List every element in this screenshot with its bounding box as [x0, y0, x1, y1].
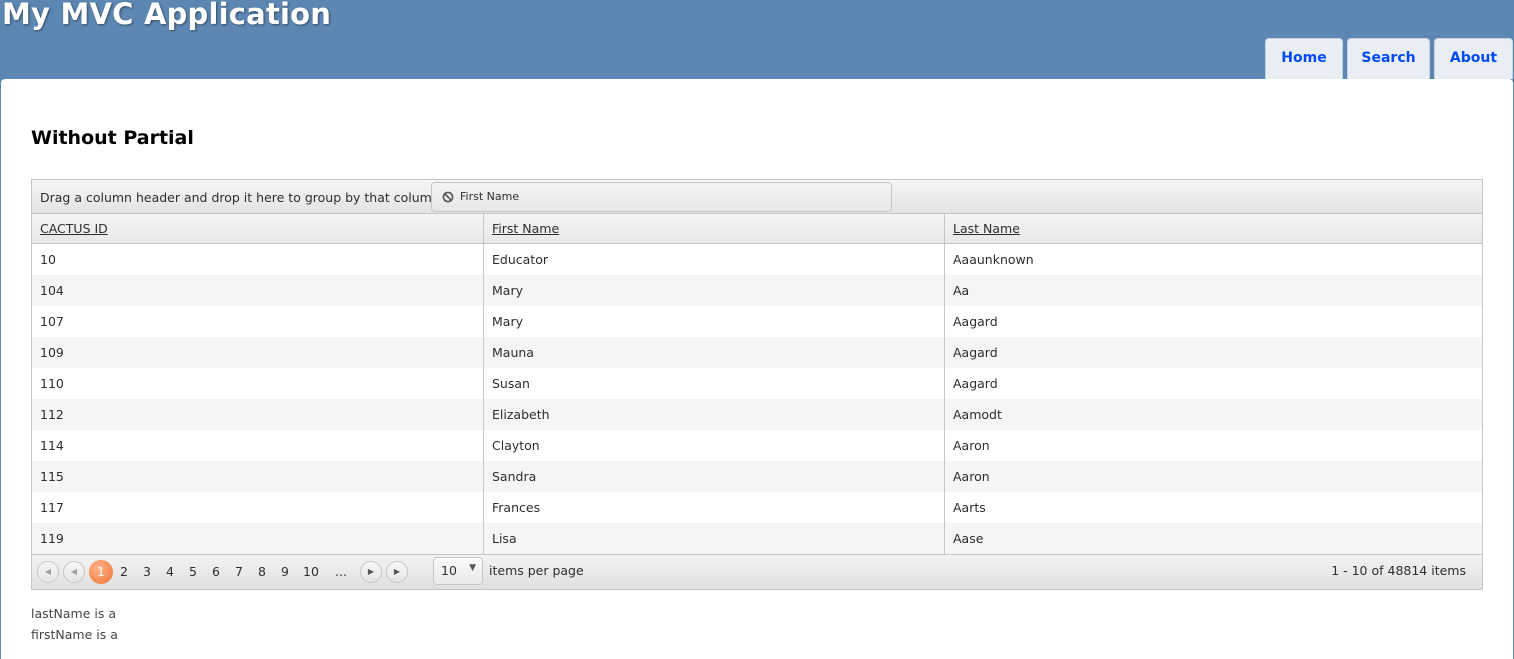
first-page-icon[interactable]: ◀: [37, 561, 59, 583]
drag-hint-label: First Name: [460, 190, 520, 203]
cell-first-name: Lisa: [483, 523, 944, 554]
cell-last-name: Aamodt: [944, 399, 1482, 430]
table-row[interactable]: 119 Lisa Aase: [32, 523, 1482, 554]
output-line: firstName is a: [31, 627, 118, 642]
output-line: lastName is a: [31, 606, 117, 621]
cell-last-name: Aaron: [944, 461, 1482, 492]
next-page-icon[interactable]: ▶: [360, 561, 382, 583]
page-size-label: items per page: [489, 563, 584, 578]
grid-body: 10 Educator Aaaunknown 104 Mary Aa 107 M…: [32, 244, 1482, 554]
table-row[interactable]: 10 Educator Aaaunknown: [32, 244, 1482, 275]
cell-cactus-id: 10: [40, 252, 56, 267]
table-row[interactable]: 104 Mary Aa: [32, 275, 1482, 306]
page-link[interactable]: 2: [116, 561, 132, 583]
column-header-link[interactable]: First Name: [492, 221, 559, 236]
cell-last-name: Aase: [944, 523, 1482, 554]
cell-cactus-id: 107: [40, 314, 64, 329]
menu-search[interactable]: Search: [1347, 38, 1430, 79]
cell-cactus-id: 109: [40, 345, 64, 360]
main-menu: Home Search About: [0, 38, 1514, 79]
page-link[interactable]: 5: [185, 561, 201, 583]
page-link[interactable]: 4: [162, 561, 178, 583]
chevron-down-icon: ▼: [469, 563, 476, 573]
table-row[interactable]: 114 Clayton Aaron: [32, 430, 1482, 461]
cell-first-name: Sandra: [483, 461, 944, 492]
previous-page-icon[interactable]: ◀: [63, 561, 85, 583]
cell-cactus-id: 115: [40, 469, 64, 484]
table-row[interactable]: 110 Susan Aagard: [32, 368, 1482, 399]
cell-cactus-id: 114: [40, 438, 64, 453]
cell-cactus-id: 104: [40, 283, 64, 298]
cell-last-name: Aagard: [944, 368, 1482, 399]
cell-last-name: Aagard: [944, 337, 1482, 368]
menu-home[interactable]: Home: [1265, 38, 1343, 79]
drag-column-hint: First Name: [431, 182, 892, 212]
menu-about[interactable]: About: [1434, 38, 1513, 79]
table-row[interactable]: 112 Elizabeth Aamodt: [32, 399, 1482, 430]
cell-last-name: Aagard: [944, 306, 1482, 337]
last-page-icon[interactable]: ▶: [386, 561, 408, 583]
grid-header: CACTUS ID First Name Last Name: [32, 214, 1482, 244]
group-drop-area[interactable]: Drag a column header and drop it here to…: [32, 180, 1482, 214]
column-header-last-name[interactable]: Last Name: [944, 214, 1482, 243]
cell-first-name: Susan: [483, 368, 944, 399]
cell-last-name: Aa: [944, 275, 1482, 306]
page-heading: Without Partial: [31, 127, 194, 149]
site-title: My MVC Application: [2, 0, 332, 31]
cell-cactus-id: 110: [40, 376, 64, 391]
pager-info: 1 - 10 of 48814 items: [1331, 563, 1466, 578]
cell-first-name: Educator: [483, 244, 944, 275]
cell-first-name: Mary: [483, 306, 944, 337]
cell-first-name: Clayton: [483, 430, 944, 461]
cell-cactus-id: 119: [40, 531, 64, 546]
cell-cactus-id: 117: [40, 500, 64, 515]
table-row[interactable]: 107 Mary Aagard: [32, 306, 1482, 337]
cell-first-name: Frances: [483, 492, 944, 523]
page-link[interactable]: 8: [254, 561, 270, 583]
page-link[interactable]: 6: [208, 561, 224, 583]
page-size-value: 10: [441, 563, 457, 578]
column-header-link[interactable]: CACTUS ID: [40, 221, 108, 236]
page-link[interactable]: 3: [139, 561, 155, 583]
more-pages-link[interactable]: ...: [330, 561, 352, 583]
table-row[interactable]: 117 Frances Aarts: [32, 492, 1482, 523]
page-link[interactable]: 7: [231, 561, 247, 583]
column-header-cactus-id[interactable]: CACTUS ID: [32, 214, 483, 243]
group-hint: Drag a column header and drop it here to…: [40, 190, 440, 205]
no-drop-icon: [442, 191, 454, 203]
page-link[interactable]: 10: [300, 561, 322, 583]
table-row[interactable]: 109 Mauna Aagard: [32, 337, 1482, 368]
cell-first-name: Mary: [483, 275, 944, 306]
page-link[interactable]: 9: [277, 561, 293, 583]
cell-first-name: Elizabeth: [483, 399, 944, 430]
cell-first-name: Mauna: [483, 337, 944, 368]
column-header-link[interactable]: Last Name: [953, 221, 1020, 236]
cell-cactus-id: 112: [40, 407, 64, 422]
data-grid: Drag a column header and drop it here to…: [31, 179, 1483, 590]
grid-pager: ◀ ◀ 1 2 3 4 5 6 7 8 9 10 ... ▶ ▶ 10 ▼ it…: [32, 554, 1482, 589]
cell-last-name: Aaron: [944, 430, 1482, 461]
table-row[interactable]: 115 Sandra Aaron: [32, 461, 1482, 492]
page-size-select[interactable]: 10 ▼: [433, 557, 483, 585]
cell-last-name: Aaaunknown: [944, 244, 1482, 275]
current-page: 1: [89, 560, 113, 584]
column-header-first-name[interactable]: First Name: [483, 214, 944, 243]
cell-last-name: Aarts: [944, 492, 1482, 523]
